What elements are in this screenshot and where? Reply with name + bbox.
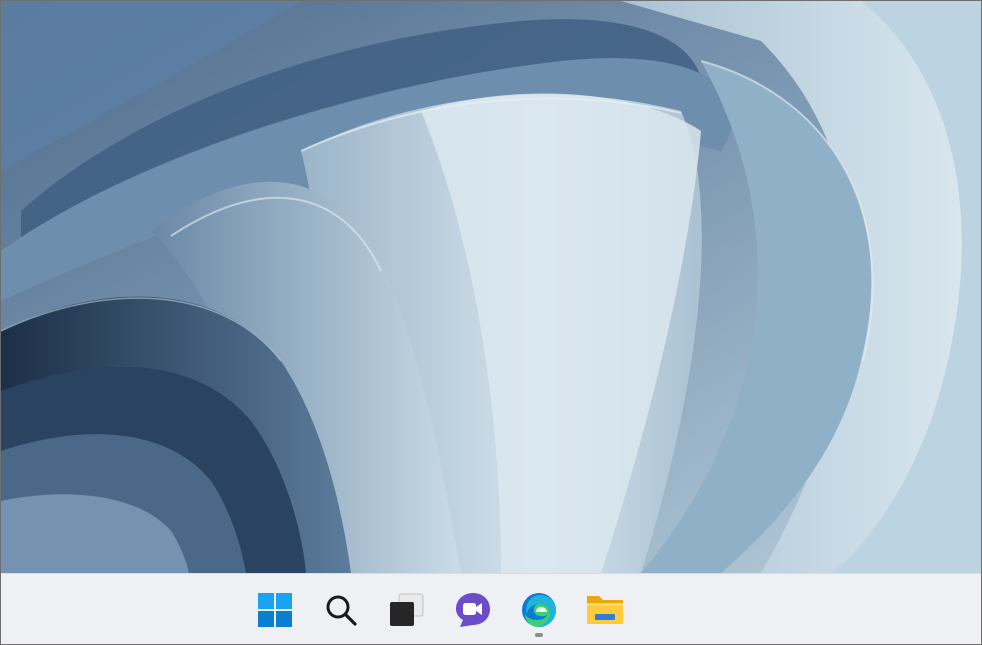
chat-button[interactable] xyxy=(451,590,495,630)
file-explorer-button[interactable] xyxy=(583,590,627,630)
teams-chat-icon xyxy=(454,591,492,629)
file-explorer-icon xyxy=(585,592,625,628)
running-indicator xyxy=(535,633,543,637)
task-view-button[interactable] xyxy=(385,590,429,630)
desktop-wallpaper xyxy=(1,1,981,573)
screen xyxy=(0,0,982,645)
task-view-icon xyxy=(388,592,426,628)
taskbar-pinned-apps xyxy=(253,590,627,637)
edge-button[interactable] xyxy=(517,590,561,637)
edge-browser-icon xyxy=(520,591,558,629)
search-button[interactable] xyxy=(319,590,363,630)
search-icon xyxy=(324,593,358,627)
windows-logo-icon xyxy=(257,592,293,628)
start-button[interactable] xyxy=(253,590,297,630)
taskbar xyxy=(1,573,981,644)
